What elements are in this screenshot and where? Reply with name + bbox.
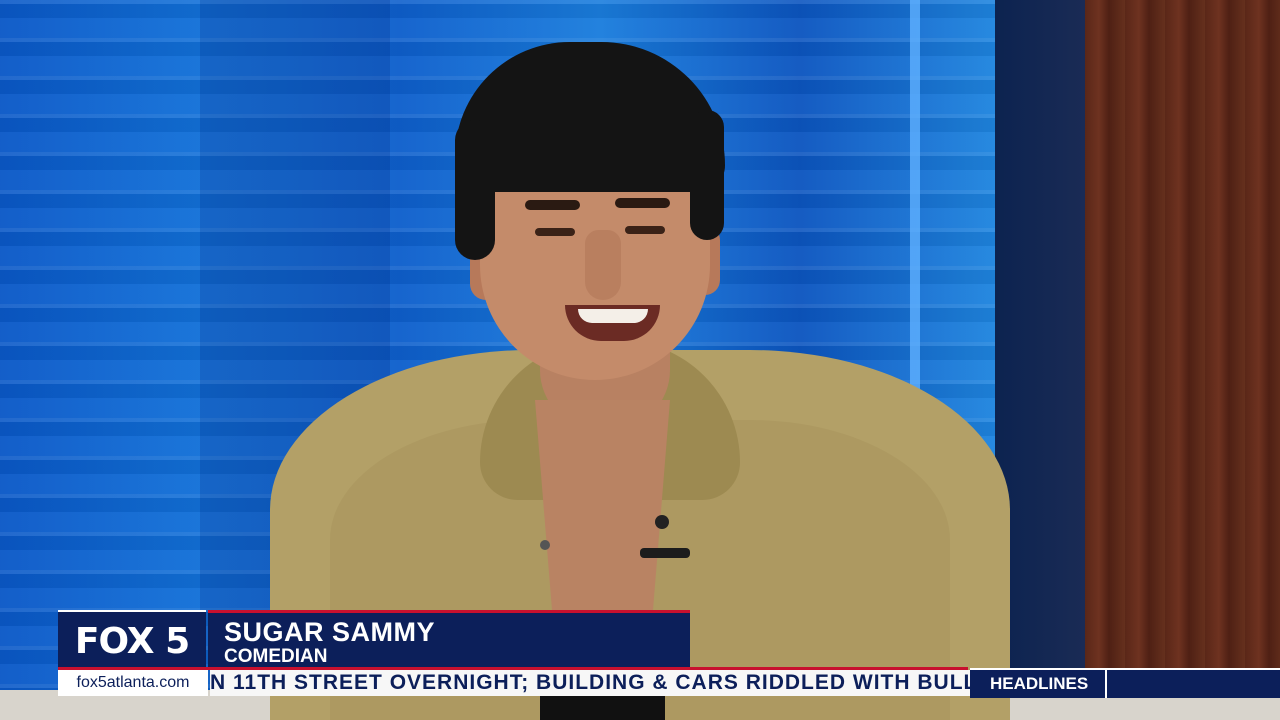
station-logo-text: FOX 5 [74,620,190,662]
nose [585,230,621,300]
station-url: fox5atlanta.com [58,670,208,696]
guest-title: COMEDIAN [224,646,328,667]
jacket-button [540,540,550,550]
hair-side-right [690,110,724,240]
news-ticker: N 11TH STREET OVERNIGHT; BUILDING & CARS… [210,670,970,696]
ticker-section-label: HEADLINES [990,674,1089,693]
hair [455,42,725,192]
name-plate: SUGAR SAMMY COMEDIAN [208,610,690,668]
teeth [578,309,648,323]
station-logo: FOX 5 [58,610,206,670]
ticker-section: HEADLINES [970,668,1280,698]
ticker-separator [1105,670,1107,698]
lapel-mic-icon [655,515,669,529]
right-eyebrow [615,198,670,208]
ticker-headline: N 11TH STREET OVERNIGHT; BUILDING & CARS… [210,671,970,694]
hair-side-left [455,120,495,260]
mic-clip [640,548,690,558]
guest-name: SUGAR SAMMY [224,617,436,647]
right-eye [625,226,665,234]
left-eye [535,228,575,236]
left-eyebrow [525,200,580,210]
